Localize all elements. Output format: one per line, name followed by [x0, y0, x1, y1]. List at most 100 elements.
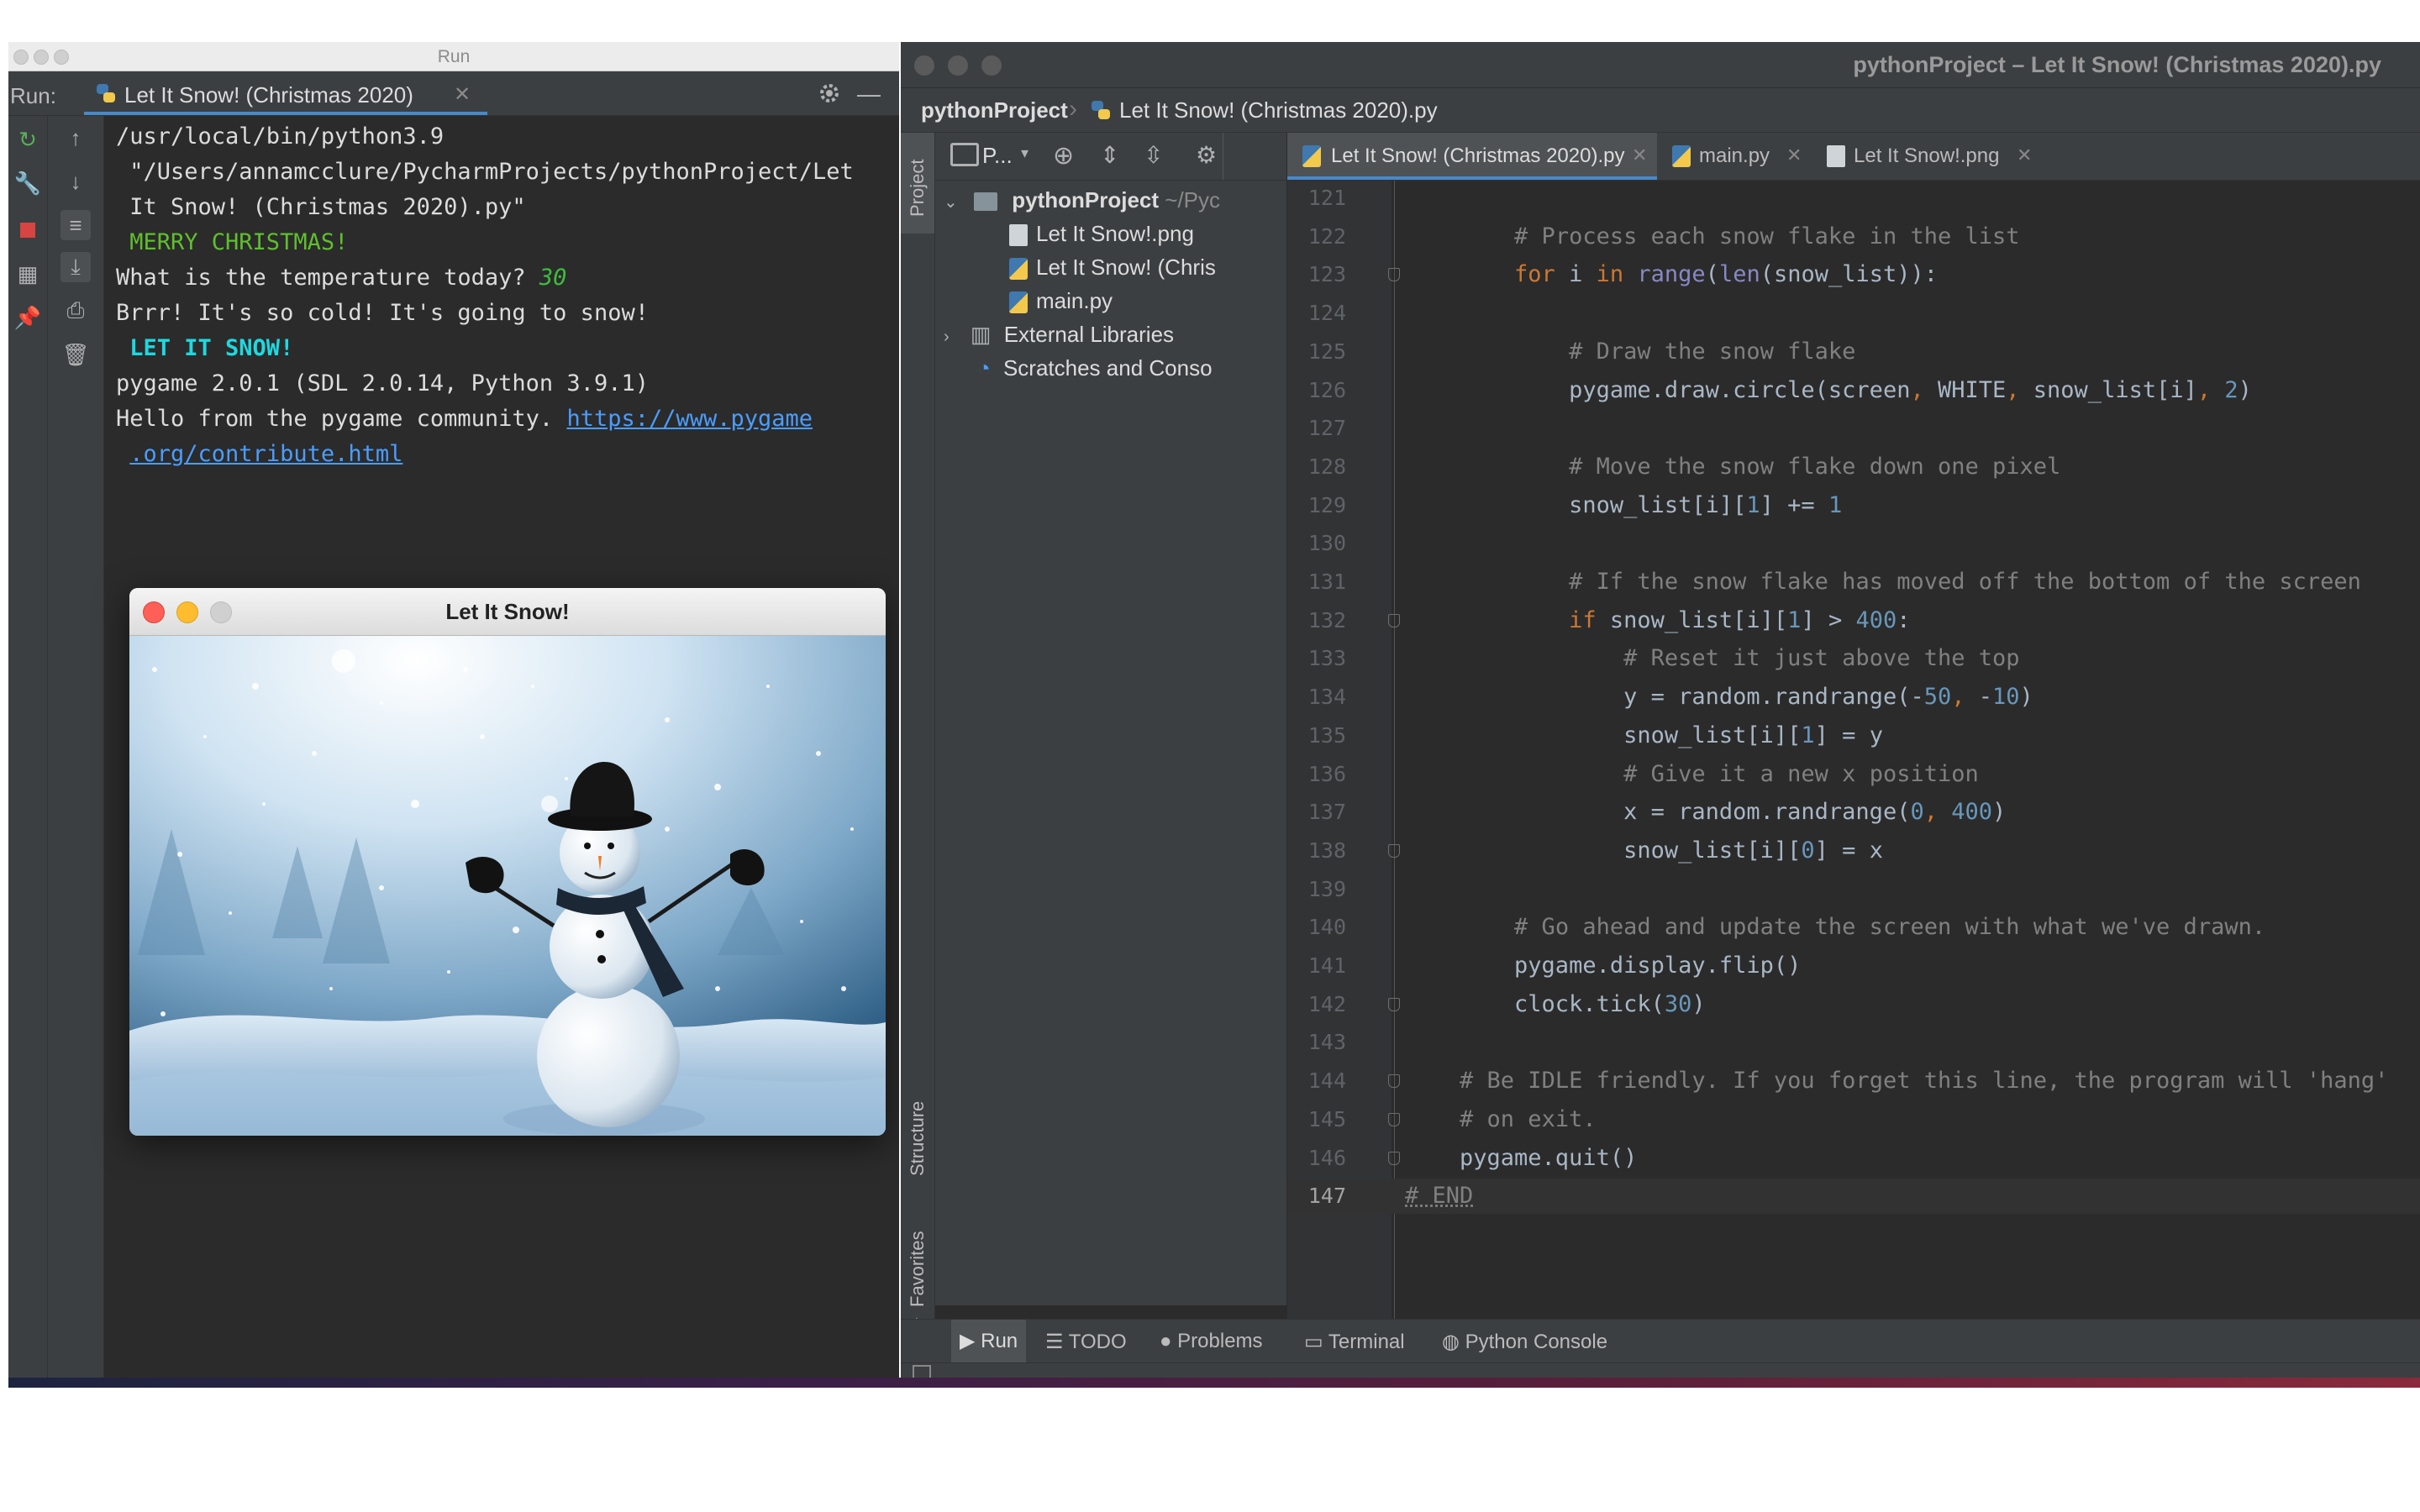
pin-icon[interactable]: 📌 — [13, 302, 43, 333]
fold-marker-icon[interactable] — [1388, 843, 1400, 858]
code-line[interactable]: 132 if snow_list[i][1] > 400: — [1287, 603, 2420, 638]
tree-item-label: Let It Snow!.png — [1036, 221, 1194, 246]
fold-marker-icon[interactable] — [1388, 1112, 1400, 1126]
code-line[interactable]: 146 pygame.quit() — [1287, 1141, 2420, 1176]
locate-icon[interactable]: ⊕ — [1053, 141, 1074, 171]
ide-minimize-button[interactable] — [948, 55, 968, 76]
code-text: snow_list[i][0] = x — [1405, 837, 1883, 864]
code-line[interactable]: 127 — [1287, 411, 2420, 446]
bottom-tab-run[interactable]: ▶ Run — [951, 1320, 1027, 1363]
close-tab-icon[interactable]: ✕ — [1786, 144, 1802, 166]
editor-tab-active[interactable]: Let It Snow! (Christmas 2020).py ✕ — [1287, 133, 1657, 180]
run-tool-window: Run Run: Let It Snow! (Christmas 2020) ✕… — [8, 42, 899, 1386]
layout-icon[interactable]: ▦ — [13, 259, 43, 289]
run-config-tab[interactable]: Let It Snow! (Christmas 2020) ✕ — [84, 71, 487, 115]
code-line[interactable]: 129 snow_list[i][1] += 1 — [1287, 488, 2420, 523]
code-line[interactable]: 131 # If the snow flake has moved off th… — [1287, 564, 2420, 600]
code-line[interactable]: 141 pygame.display.flip() — [1287, 948, 2420, 984]
console-link[interactable]: https://www.pygame — [566, 406, 813, 432]
rerun-icon[interactable]: ↻ — [13, 124, 43, 155]
close-tab-icon[interactable]: ✕ — [2017, 144, 2032, 166]
breadcrumb-project[interactable]: pythonProject — [921, 97, 1068, 123]
tree-item-label: Scratches and Conso — [1002, 355, 1213, 381]
arrow-down-icon[interactable]: ↓ — [60, 166, 91, 197]
bottom-tab-terminal[interactable]: ▭ Terminal — [1304, 1330, 1405, 1354]
code-line[interactable]: 135 snow_list[i][1] = y — [1287, 718, 2420, 753]
code-line[interactable]: 128 # Move the snow flake down one pixel — [1287, 449, 2420, 485]
bottom-tab-python-console[interactable]: ◍ Python Console — [1442, 1330, 1607, 1354]
tree-item-scratches[interactable]: ◔ Scratches and Conso — [977, 351, 1213, 385]
tree-root-pythonproject[interactable]: ⌄ pythonProject ~/Pyc — [944, 183, 1220, 217]
project-side-tab-label: Project — [907, 159, 928, 217]
fold-marker-icon[interactable] — [1388, 997, 1400, 1011]
breadcrumb-file[interactable]: Let It Snow! (Christmas 2020).py — [1119, 97, 1438, 123]
python-file-icon — [1009, 258, 1028, 281]
hide-panel-icon[interactable]: — — [857, 81, 881, 108]
close-tab-icon[interactable]: ✕ — [454, 82, 471, 107]
code-line[interactable]: 125 # Draw the snow flake — [1287, 334, 2420, 370]
tree-item-file[interactable]: Let It Snow!.png — [1009, 217, 1194, 250]
code-line[interactable]: 133 # Reset it just above the top — [1287, 641, 2420, 676]
code-line[interactable]: 134 y = random.randrange(-50, -10) — [1287, 680, 2420, 715]
collapse-all-icon[interactable]: ⇳ — [1144, 141, 1163, 169]
python-file-icon — [97, 84, 115, 102]
trash-icon[interactable]: 🗑 — [60, 339, 91, 370]
code-line[interactable]: 147 # END — [1287, 1179, 2420, 1215]
code-line[interactable]: 142 clock.tick(30) — [1287, 987, 2420, 1022]
line-number: 124 — [1307, 301, 1346, 326]
gear-icon[interactable]: ⚙ — [1196, 141, 1217, 169]
line-number: 134 — [1307, 685, 1346, 710]
close-tab-icon[interactable]: ✕ — [1632, 144, 1647, 166]
code-line[interactable]: 138 snow_list[i][0] = x — [1287, 833, 2420, 869]
code-line[interactable]: 143 — [1287, 1025, 2420, 1060]
console-output: /usr/local/bin/python3.9 "/Users/annamcc… — [116, 119, 893, 472]
fold-marker-icon[interactable] — [1388, 1151, 1400, 1165]
structure-side-tab[interactable]: Structure — [901, 1074, 934, 1191]
ide-zoom-button[interactable] — [981, 55, 1002, 76]
console-line: "/Users/annamcclure/PycharmProjects/pyth… — [116, 155, 893, 190]
code-line[interactable]: 122 # Process each snow flake in the lis… — [1287, 219, 2420, 255]
print-icon[interactable]: ⎙ — [60, 296, 91, 326]
tree-item-file[interactable]: Let It Snow! (Chris — [1009, 250, 1216, 284]
code-line[interactable]: 126 pygame.draw.circle(screen, WHITE, sn… — [1287, 373, 2420, 408]
editor-tab[interactable]: Let It Snow!.png ✕ — [1815, 133, 2042, 180]
code-line[interactable]: 136 # Give it a new x position — [1287, 757, 2420, 792]
line-number: 122 — [1307, 223, 1346, 249]
code-line[interactable]: 139 — [1287, 872, 2420, 907]
editor-tab[interactable]: main.py ✕ — [1660, 133, 1812, 180]
project-side-tab[interactable]: Project — [901, 133, 934, 234]
code-line[interactable]: 145 # on exit. — [1287, 1102, 2420, 1137]
scroll-to-end-icon[interactable]: ⤓ — [60, 252, 91, 282]
code-line[interactable]: 144 # Be IDLE friendly. If you forget th… — [1287, 1063, 2420, 1099]
fold-marker-icon[interactable] — [1388, 1074, 1400, 1089]
code-line[interactable]: 123 for i in range(len(snow_list)): — [1287, 257, 2420, 292]
tree-item-file[interactable]: main.py — [1009, 284, 1113, 318]
code-line[interactable]: 121 — [1287, 181, 2420, 216]
line-number: 138 — [1307, 837, 1346, 863]
code-line[interactable]: 124 — [1287, 296, 2420, 331]
console-text: Brrr! It's so cold! It's going to snow! — [116, 300, 649, 326]
expand-all-icon[interactable]: ⇕ — [1100, 141, 1119, 169]
fold-marker-icon[interactable] — [1388, 268, 1400, 282]
bottom-tab-label: Python Console — [1465, 1331, 1608, 1353]
soft-wrap-icon[interactable]: ≡ — [60, 210, 91, 240]
code-text: pygame.quit() — [1405, 1144, 1638, 1171]
wrench-icon[interactable]: 🔧 — [13, 168, 43, 198]
code-line[interactable]: 130 — [1287, 526, 2420, 561]
ide-titlebar: pythonProject – Let It Snow! (Christmas … — [901, 42, 2420, 88]
console-link[interactable]: .org/contribute.html — [129, 441, 402, 467]
gear-icon[interactable] — [817, 81, 842, 106]
tree-item-external-libraries[interactable]: › ▥ External Libraries — [944, 318, 1174, 351]
python-file-icon — [1092, 101, 1110, 119]
project-view-selector[interactable]: P... — [982, 143, 1013, 169]
stop-icon[interactable] — [13, 215, 43, 245]
code-line[interactable]: 137 x = random.randrange(0, 400) — [1287, 795, 2420, 830]
arrow-up-icon[interactable]: ↑ — [60, 123, 91, 153]
ide-close-button[interactable] — [914, 55, 934, 76]
bottom-tab-problems[interactable]: ● Problems — [1160, 1330, 1263, 1353]
console-text: Hello from the pygame community. — [116, 406, 567, 432]
fold-marker-icon[interactable] — [1388, 613, 1400, 627]
code-line[interactable]: 140 # Go ahead and update the screen wit… — [1287, 910, 2420, 945]
bottom-tab-todo[interactable]: ☰ TODO — [1045, 1330, 1127, 1354]
editor-tab-bar: Let It Snow! (Christmas 2020).py ✕ main.… — [1287, 133, 2420, 181]
